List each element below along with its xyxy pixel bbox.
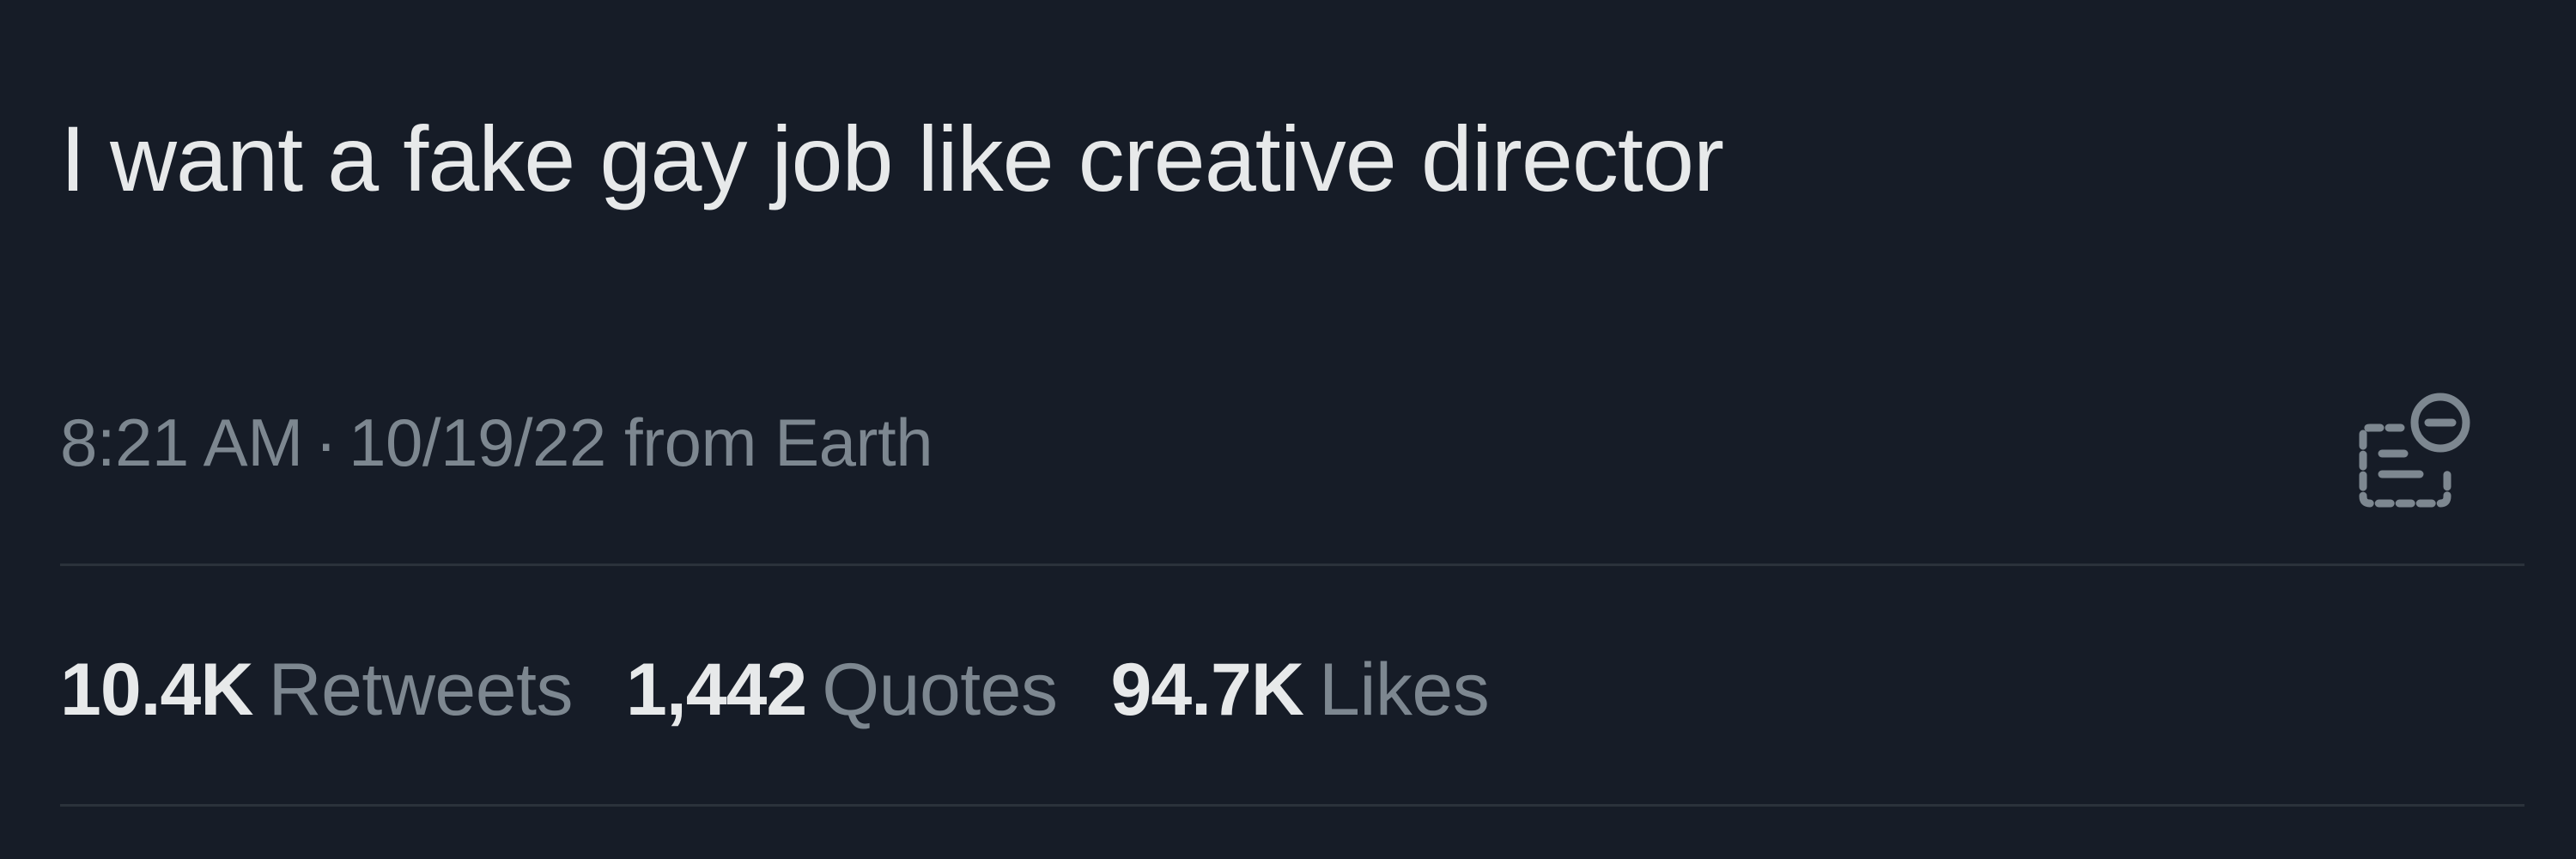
meta-separator: · (314, 405, 337, 480)
quotes-label: Quotes (822, 649, 1058, 731)
likes-label: Likes (1319, 649, 1490, 731)
retweets-stat[interactable]: 10.4K Retweets (60, 643, 573, 737)
tweet-date[interactable]: 10/19/22 (349, 405, 606, 480)
likes-stat[interactable]: 94.7K Likes (1111, 643, 1490, 737)
tweet-text: I want a fake gay job like creative dire… (60, 107, 1724, 210)
tweet-source: from Earth (623, 405, 933, 480)
divider-bottom (60, 804, 2524, 807)
tweet-stats: 10.4K Retweets 1,442 Quotes 94.7K Likes (60, 643, 1490, 737)
divider-top (60, 564, 2524, 566)
likes-count: 94.7K (1110, 649, 1304, 731)
tweet-time[interactable]: 8:21 AM (60, 405, 303, 480)
quotes-count: 1,442 (626, 649, 807, 731)
tweet-metadata: 8:21 AM · 10/19/22 from Earth (60, 399, 933, 485)
tweet-detail: I want a fake gay job like creative dire… (0, 0, 2576, 859)
quotes-stat[interactable]: 1,442 Quotes (626, 643, 1058, 737)
retweets-label: Retweets (268, 649, 574, 731)
analytics-icon[interactable] (2351, 385, 2480, 514)
retweets-count: 10.4K (60, 649, 253, 731)
